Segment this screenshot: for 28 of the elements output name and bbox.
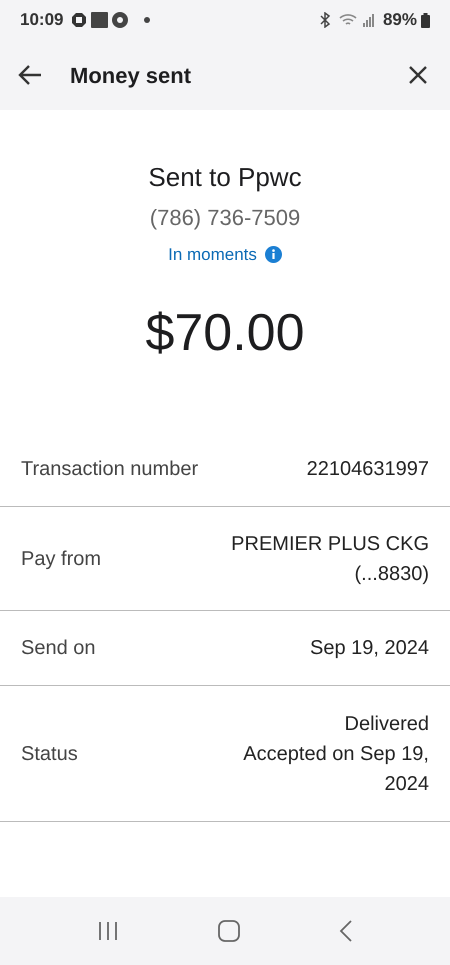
detail-label: Status [21,742,78,766]
recipient-name: Sent to Ppwc [148,161,302,194]
detail-value: 22104631997 [306,457,429,482]
battery-icon [421,12,430,28]
close-icon[interactable] [408,65,428,85]
app-icon [71,12,88,28]
recipient-phone: (786) 736-7509 [150,204,300,232]
bluetooth-icon [318,12,331,28]
info-icon[interactable] [264,246,282,264]
back-icon[interactable] [338,920,353,942]
clock-time: 10:09 [20,9,64,32]
amount: $70.00 [145,302,305,364]
home-icon[interactable] [218,920,240,942]
detail-value: Delivered Accepted on Sep 19, 2024 [242,712,429,796]
detail-label: Pay from [21,546,102,572]
delivery-timing: In moments [168,244,257,266]
battery-percent: 89% [382,9,417,32]
app-icon [91,12,108,28]
browser-icon [112,12,128,28]
detail-label: Transaction number [21,457,198,482]
back-arrow-icon[interactable] [18,64,42,86]
detail-value: Sep 19, 2024 [310,636,429,661]
signal-icon [362,13,375,27]
detail-value: PREMIER PLUS CKG (...8830) [231,532,429,586]
detail-label: Send on [21,636,96,661]
page-title: Money sent [69,62,192,90]
dot-icon [144,17,150,23]
recent-apps-icon[interactable] [97,921,120,941]
